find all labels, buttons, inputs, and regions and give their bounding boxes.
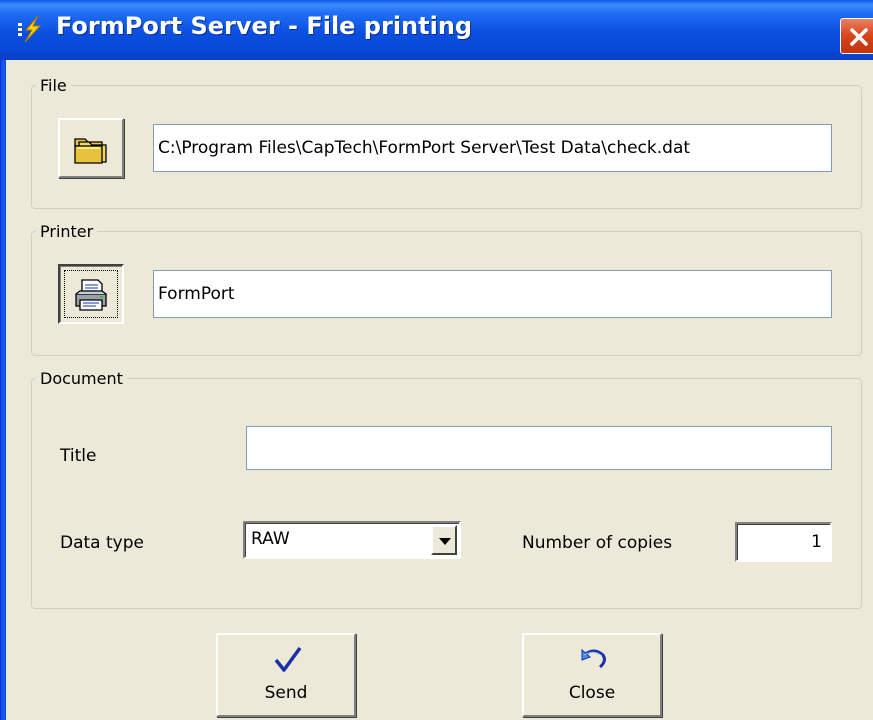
copies-label: Number of copies: [522, 533, 673, 553]
copies-input[interactable]: [735, 522, 832, 562]
window-title: FormPort Server - File printing: [56, 12, 473, 40]
close-button[interactable]: Close: [522, 633, 662, 717]
data-type-select[interactable]: RAW: [243, 521, 461, 559]
printer-name-input[interactable]: [153, 270, 832, 318]
send-button[interactable]: Send: [216, 633, 356, 717]
file-group-legend: File: [40, 76, 67, 95]
dropdown-button[interactable]: [431, 525, 457, 555]
title-label: Title: [60, 446, 97, 466]
browse-file-button[interactable]: [58, 118, 124, 178]
document-group: Document: [31, 369, 862, 609]
close-window-button[interactable]: [840, 18, 873, 54]
title-bar[interactable]: FormPort Server - File printing: [0, 0, 873, 60]
window-left-border: [0, 0, 6, 720]
document-title-input[interactable]: [246, 426, 832, 470]
chevron-down-icon: [439, 538, 451, 545]
send-button-label: Send: [264, 683, 308, 703]
document-group-legend: Document: [40, 369, 123, 388]
printer-icon: [75, 279, 107, 311]
checkmark-icon: [274, 646, 302, 672]
app-lightning-icon: [16, 14, 46, 44]
open-folder-icon: [74, 138, 107, 164]
file-path-input[interactable]: [153, 124, 832, 172]
select-printer-button[interactable]: [58, 264, 124, 324]
printer-group-legend: Printer: [40, 222, 94, 241]
data-type-value: RAW: [251, 529, 290, 549]
undo-arrow-icon: [581, 648, 606, 669]
data-type-label: Data type: [60, 533, 144, 553]
close-button-label: Close: [568, 683, 616, 703]
close-icon: [850, 28, 868, 46]
